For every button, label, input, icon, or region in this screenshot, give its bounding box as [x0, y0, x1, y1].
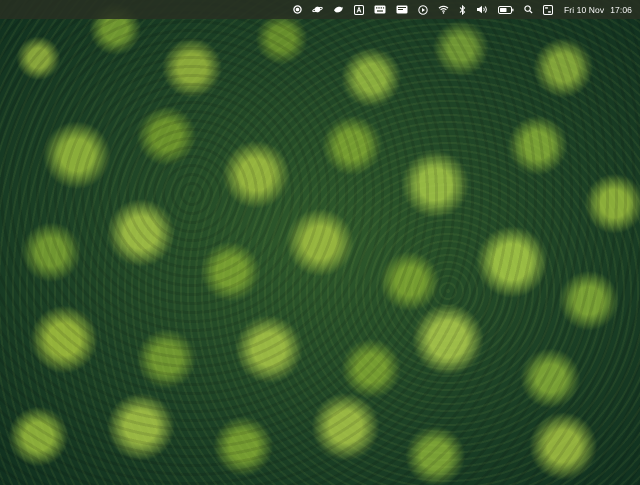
keyboard-icon[interactable]: [369, 0, 391, 19]
text-a-icon[interactable]: [349, 0, 369, 19]
play-icon[interactable]: [413, 0, 433, 19]
record-icon[interactable]: [288, 0, 307, 19]
bird-icon[interactable]: [328, 0, 349, 19]
display-icon[interactable]: [391, 0, 413, 19]
control-center-icon[interactable]: [538, 0, 558, 19]
planet-icon[interactable]: [307, 0, 328, 19]
bluetooth-icon[interactable]: [454, 0, 471, 19]
menu-bar-status-area: Fri 10 Nov 17:06: [288, 0, 640, 19]
wifi-icon[interactable]: [433, 0, 454, 19]
battery-icon[interactable]: [493, 0, 519, 19]
menu-bar: Fri 10 Nov 17:06: [0, 0, 640, 19]
search-icon[interactable]: [519, 0, 538, 19]
clock-time: 17:06: [610, 4, 632, 15]
menu-bar-clock[interactable]: Fri 10 Nov 17:06: [558, 5, 634, 15]
volume-icon[interactable]: [471, 0, 493, 19]
clock-date: Fri 10 Nov: [564, 4, 605, 15]
desktop-wallpaper: [0, 0, 640, 485]
